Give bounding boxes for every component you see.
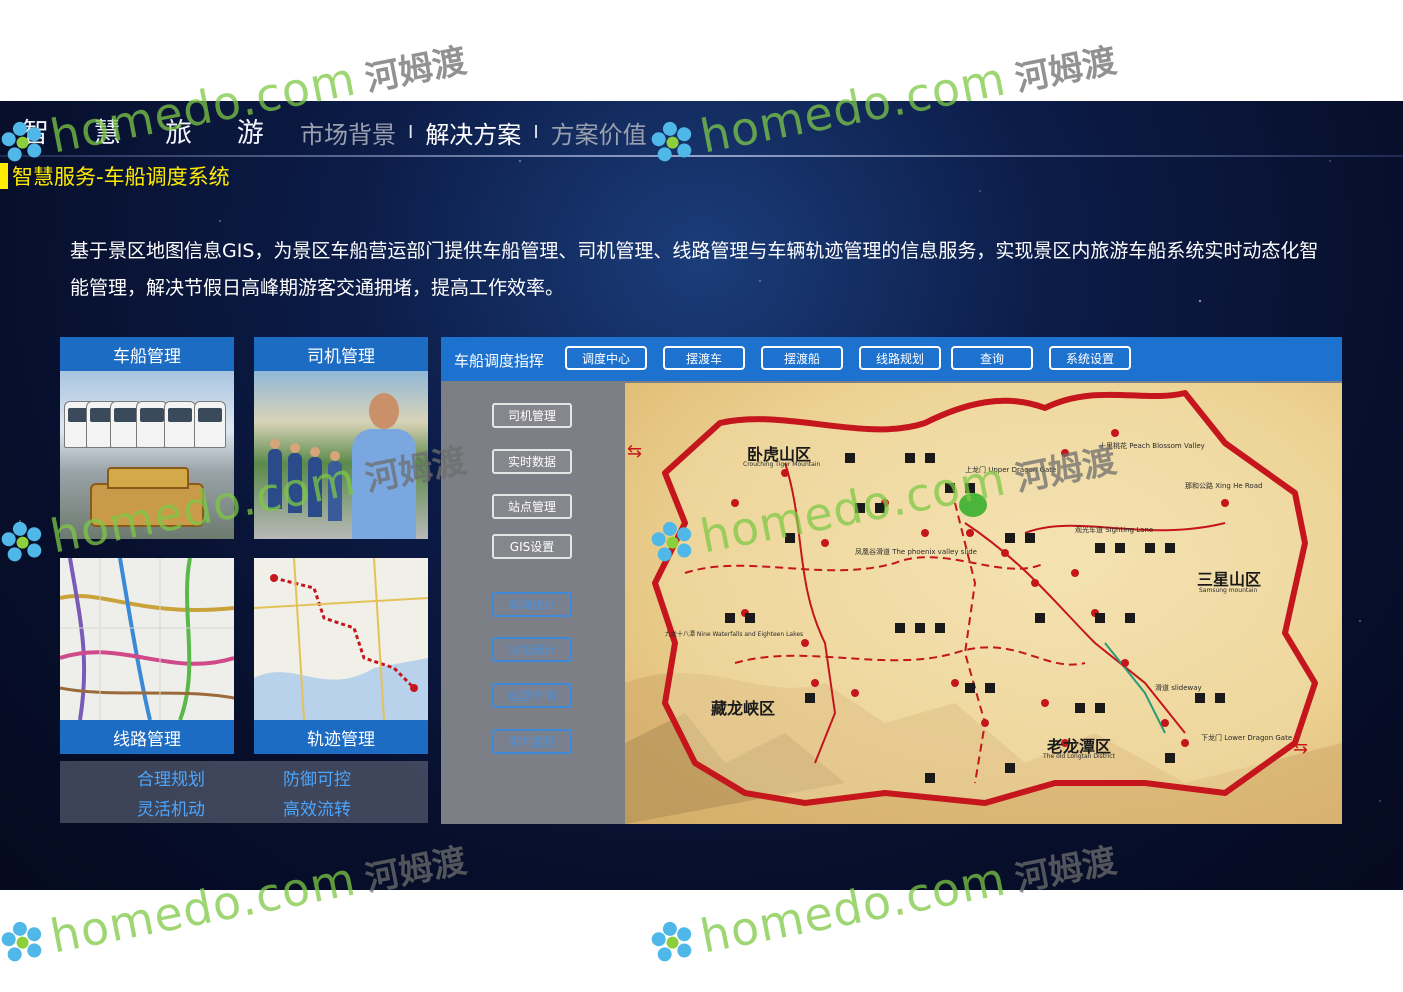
card-vehicle-management[interactable]: 车船管理 <box>60 337 234 539</box>
map-region-sublabel: Samsung mountain <box>1199 587 1258 594</box>
watermark-cn: 河姆渡 <box>361 40 470 100</box>
card-title: 司机管理 <box>254 337 428 371</box>
card-route-management[interactable]: 线路管理 <box>60 558 234 754</box>
toolbar-dispatch-center-button[interactable]: 调度中心 <box>565 346 647 370</box>
feature-item: 高效流转 <box>283 800 351 820</box>
description-text: 基于景区地图信息GIS，为景区车船营运部门提供车船管理、司机管理、线路管理与车辆… <box>70 240 1319 299</box>
map-place-label: 观光车道 Sighting Lane <box>1075 526 1154 534</box>
driver-photo <box>254 371 428 539</box>
nav-item-market-background[interactable]: 市场背景 <box>300 115 396 150</box>
feature-item: 防御可控 <box>283 770 351 790</box>
feature-summary: 合理规划 防御可控 灵活机动 高效流转 <box>60 761 428 823</box>
route-map-thumbnail <box>60 558 234 720</box>
nav-separator: I <box>408 122 414 143</box>
map-region-sublabel: Crouching Tiger Mountain <box>743 461 821 468</box>
sidebar-driver-management-button[interactable]: 司机管理 <box>492 403 572 428</box>
map-exit-arrow-icon: ⇆ <box>627 441 643 462</box>
card-driver-management[interactable]: 司机管理 <box>254 337 428 539</box>
map-place-label: 凤凰谷滑道 The phoenix valley slide <box>855 548 977 556</box>
sidebar-realtime-monitor-button[interactable]: 实时监控 <box>492 729 572 754</box>
panel-toolbar: 车船调度指挥 调度中心 摆渡车 摆渡船 线路规划 查询 系统设置 <box>441 337 1342 381</box>
map-place-label: 那和公路 Xing He Road <box>1185 482 1263 490</box>
card-title: 轨迹管理 <box>254 720 428 754</box>
boat-image <box>90 467 204 527</box>
nav-separator: I <box>533 122 539 143</box>
sidebar-status-stats-button[interactable]: 状态统计 <box>492 637 572 662</box>
toolbar-query-button[interactable]: 查询 <box>951 346 1033 370</box>
nav-item-solution[interactable]: 解决方案 <box>425 115 521 150</box>
top-nav: 市场背景 I 解决方案 I 方案价值 <box>300 115 647 150</box>
map-place-label: 上龙门 Upper Dragon Gate <box>965 466 1057 474</box>
toolbar-route-planning-button[interactable]: 线路规划 <box>859 346 941 370</box>
brand-title: 智 慧 旅 游 <box>22 118 282 149</box>
sidebar-vehicle-stats-button[interactable]: 车辆统计 <box>492 592 572 617</box>
driver-figure <box>352 393 416 539</box>
flower-logo-icon <box>651 921 692 962</box>
flower-logo-icon <box>1 921 42 962</box>
scenic-area-map[interactable]: 卧虎山区 Crouching Tiger Mountain 三星山区 Samsu… <box>625 383 1342 824</box>
sidebar-operation-time-button[interactable]: 运营时间 <box>492 683 572 708</box>
card-track-management[interactable]: 轨迹管理 <box>254 558 428 754</box>
watermark-cn: 河姆渡 <box>1011 40 1120 100</box>
map-place-label: 九龙十八潭 Nine Waterfalls and Eighteen Lakes <box>665 631 804 638</box>
nav-item-value[interactable]: 方案价值 <box>551 115 647 150</box>
bus-fleet-photo <box>60 371 234 539</box>
map-region-sublabel: The old Longtan District <box>1043 753 1115 760</box>
section-heading: 智慧服务-车船调度系统 <box>0 163 230 189</box>
section-title: 智慧服务-车船调度系统 <box>12 165 230 189</box>
map-place-label: 十里桃花 Peach Blossom Valley <box>1099 442 1205 450</box>
toolbar-settings-button[interactable]: 系统设置 <box>1049 346 1131 370</box>
section-marker <box>0 163 8 189</box>
slide-background: 智 慧 旅 游 市场背景 I 解决方案 I 方案价值 智慧服务-车船调度系统 基… <box>0 101 1403 890</box>
feature-item: 灵活机动 <box>137 800 205 820</box>
dispatch-panel: 车船调度指挥 调度中心 摆渡车 摆渡船 线路规划 查询 系统设置 司机管理 实时… <box>441 337 1342 824</box>
map-region-label: 藏龙峡区 <box>711 699 776 718</box>
sidebar-realtime-data-button[interactable]: 实时数据 <box>492 449 572 474</box>
map-place-label: 下龙门 Lower Dragon Gate <box>1201 734 1293 742</box>
card-title: 线路管理 <box>60 720 234 754</box>
sidebar-gis-settings-button[interactable]: GIS设置 <box>492 534 572 559</box>
track-map-thumbnail <box>254 558 428 720</box>
sidebar-station-management-button[interactable]: 站点管理 <box>492 494 572 519</box>
card-title: 车船管理 <box>60 337 234 371</box>
map-place-label: 滑道 slideway <box>1155 684 1202 692</box>
panel-title: 车船调度指挥 <box>454 352 545 370</box>
map-exit-arrow-icon: ⇆ <box>1293 737 1309 758</box>
toolbar-shuttle-bus-button[interactable]: 摆渡车 <box>663 346 745 370</box>
feature-item: 合理规划 <box>137 770 205 790</box>
header-divider <box>0 155 1403 157</box>
toolbar-ferry-button[interactable]: 摆渡船 <box>761 346 843 370</box>
